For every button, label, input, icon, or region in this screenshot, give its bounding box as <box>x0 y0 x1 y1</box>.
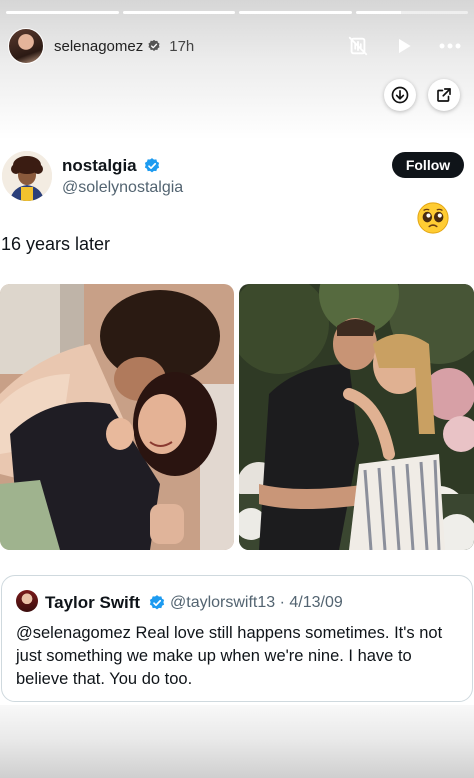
quoted-post[interactable]: Taylor Swift @taylorswift13 · 4/13/09 @s… <box>1 575 473 702</box>
progress-segment <box>239 11 352 14</box>
verified-badge-icon <box>149 595 165 610</box>
story-avatar[interactable] <box>8 28 44 64</box>
story-actions <box>346 34 462 58</box>
story-timestamp: 17h <box>169 37 195 55</box>
quoted-author-name[interactable]: Taylor Swift <box>45 593 140 613</box>
post-author-avatar[interactable] <box>2 151 52 201</box>
share-external-icon <box>437 88 451 102</box>
quoted-handle-date: @taylorswift13 · 4/13/09 <box>170 594 343 611</box>
post-photo[interactable] <box>0 284 234 550</box>
post-text: 16 years later <box>1 234 111 254</box>
post-author-name[interactable]: nostalgia <box>62 156 137 176</box>
follow-button[interactable]: Follow <box>392 152 464 178</box>
play-icon[interactable] <box>392 34 416 58</box>
progress-segment <box>355 11 468 14</box>
story-progress-bar <box>6 11 468 14</box>
post-author-handle[interactable]: @solelynostalgia <box>62 179 183 197</box>
progress-segment <box>6 11 119 14</box>
more-dots-icon[interactable] <box>438 34 462 58</box>
story-username[interactable]: selenagomez <box>54 38 143 55</box>
download-button[interactable] <box>384 79 416 111</box>
story-header: selenagomez 17h <box>8 28 466 64</box>
shared-post[interactable]: nostalgia @solelynostalgia Follow 16 yea… <box>0 145 474 705</box>
post-media[interactable] <box>0 284 474 551</box>
progress-segment <box>122 11 235 14</box>
post-photo[interactable] <box>239 284 474 550</box>
verified-badge-icon <box>144 158 160 173</box>
quoted-post-text: @selenagomez Real love still happens som… <box>16 624 443 688</box>
download-icon <box>391 86 409 104</box>
pleading-face-emoji <box>417 202 449 234</box>
share-button[interactable] <box>428 79 460 111</box>
quoted-author-avatar[interactable] <box>16 590 38 612</box>
audio-off-icon[interactable] <box>346 34 370 58</box>
verified-badge-icon <box>148 39 160 51</box>
story-viewer: selenagomez 17h nostalgia @solelynostalg… <box>0 0 474 778</box>
